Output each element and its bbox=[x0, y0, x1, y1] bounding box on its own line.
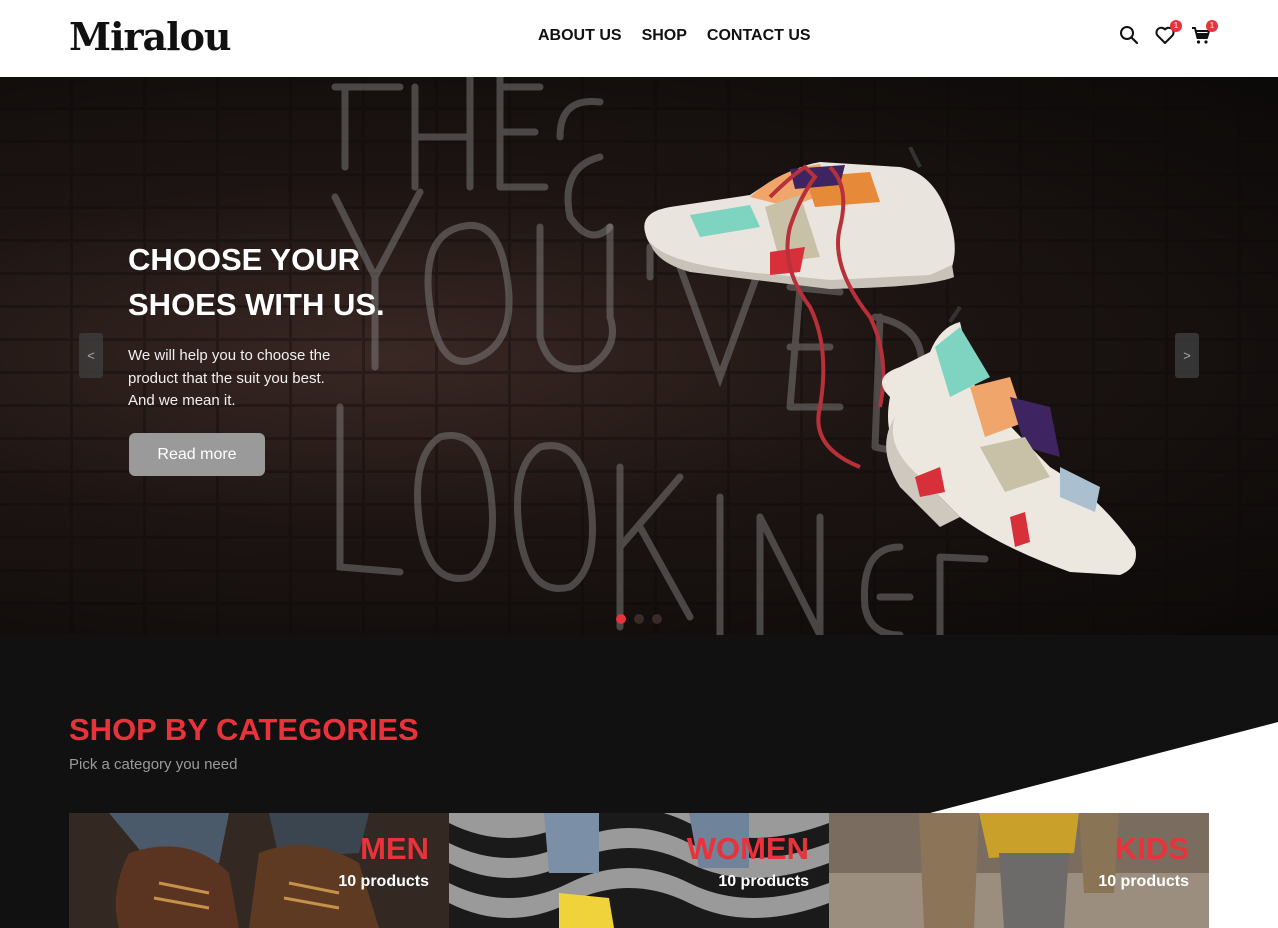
category-card-kids[interactable]: KIDS 10 products bbox=[829, 813, 1209, 928]
search-icon[interactable] bbox=[1118, 24, 1140, 46]
hero-description-line: We will help you to choose the bbox=[128, 347, 331, 364]
wishlist-badge: 1 bbox=[1170, 20, 1182, 32]
hero-slider: CHOOSE YOUR SHOES WITH US. We will help … bbox=[0, 77, 1278, 635]
sneakers-image bbox=[644, 147, 1136, 575]
header-icons: 1 1 bbox=[1118, 20, 1218, 46]
category-card-women[interactable]: WOMEN 10 products bbox=[449, 813, 829, 928]
category-cards: MEN 10 products WOMEN 10 products KIDS 1… bbox=[69, 813, 1209, 928]
categories-subtitle: Pick a category you need bbox=[69, 756, 238, 773]
hero-description-line: And we mean it. bbox=[128, 392, 236, 409]
read-more-button[interactable]: Read more bbox=[129, 433, 265, 476]
categories-title: SHOP BY CATEGORIES bbox=[69, 712, 419, 747]
slider-dot-3[interactable] bbox=[652, 614, 662, 624]
site-logo[interactable]: Miralou bbox=[69, 14, 232, 59]
category-card-men[interactable]: MEN 10 products bbox=[69, 813, 449, 928]
site-header: Miralou ABOUT US SHOP CONTACT US 1 1 bbox=[0, 0, 1278, 77]
category-name: KIDS bbox=[1114, 831, 1189, 866]
cart-badge: 1 bbox=[1206, 20, 1218, 32]
category-name: WOMEN bbox=[686, 831, 809, 866]
hero-description-line: product that the suit you best. bbox=[128, 369, 325, 387]
nav-contact-us[interactable]: CONTACT US bbox=[707, 27, 811, 45]
main-nav: ABOUT US SHOP CONTACT US bbox=[538, 27, 811, 45]
slider-prev-button[interactable]: < bbox=[79, 333, 103, 378]
hero-description: We will help you to choose the product t… bbox=[128, 345, 358, 413]
wishlist-button[interactable]: 1 bbox=[1154, 20, 1182, 46]
sneaker-bottom bbox=[882, 305, 1136, 575]
categories-section: SHOP BY CATEGORIES Pick a category you n… bbox=[0, 635, 1278, 928]
slider-dot-2[interactable] bbox=[634, 614, 644, 624]
category-count: 10 products bbox=[338, 873, 429, 890]
slider-next-button[interactable]: > bbox=[1175, 333, 1199, 378]
category-name: MEN bbox=[360, 831, 429, 866]
category-count: 10 products bbox=[1098, 873, 1189, 890]
slider-dot-1[interactable] bbox=[616, 614, 626, 624]
nav-shop[interactable]: SHOP bbox=[642, 27, 687, 45]
hero-title: CHOOSE YOUR SHOES WITH US. bbox=[128, 237, 448, 327]
nav-about-us[interactable]: ABOUT US bbox=[538, 27, 622, 45]
category-count: 10 products bbox=[718, 873, 809, 890]
hero-title-line: CHOOSE YOUR bbox=[128, 242, 360, 277]
hero-title-line: SHOES WITH US. bbox=[128, 287, 385, 322]
slider-dots bbox=[616, 614, 662, 624]
cart-button[interactable]: 1 bbox=[1190, 20, 1218, 46]
